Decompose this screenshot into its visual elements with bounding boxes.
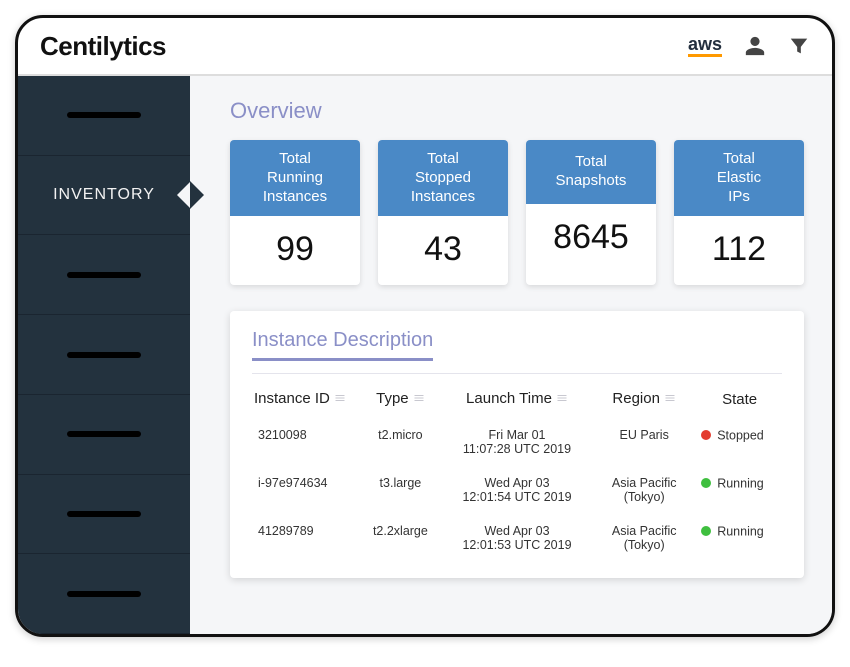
sidebar-item-placeholder[interactable] [18,315,190,395]
cell-state: Running [697,514,782,562]
col-launch-time[interactable]: Launch Time [443,384,591,418]
header-actions: aws [688,35,810,57]
cloud-provider-badge: aws [688,35,722,57]
sidebar-item-label: INVENTORY [53,186,155,204]
instance-description-card: Instance Description Instance ID Type [230,311,804,578]
placeholder-icon [67,112,141,118]
stat-value: 43 [378,216,508,285]
stat-card-snapshots: TotalSnapshots 8645 [526,140,656,285]
overview-title: Overview [230,98,804,124]
placeholder-icon [67,272,141,278]
stat-value: 112 [674,216,804,285]
table-row: 41289789 t2.2xlarge Wed Apr 0312:01:53 U… [252,514,782,562]
cell-region: EU Paris [591,418,697,466]
col-type[interactable]: Type [358,384,443,418]
sort-icon [664,391,676,408]
sort-icon [334,391,346,408]
stat-card-running-instances: TotalRunningInstances 99 [230,140,360,285]
col-region[interactable]: Region [591,384,697,418]
user-icon[interactable] [744,35,766,57]
table-header-row: Instance ID Type Launch Time Region Stat… [252,384,782,418]
sidebar-item-inventory[interactable]: INVENTORY [18,156,190,236]
main-content: Overview TotalRunningInstances 99 TotalS… [190,76,832,634]
cell-launch-time: Wed Apr 0312:01:53 UTC 2019 [443,514,591,562]
active-pointer-icon [177,181,191,209]
stat-label: TotalStoppedInstances [378,140,508,216]
stat-label: TotalRunningInstances [230,140,360,216]
filter-icon[interactable] [788,35,810,57]
cell-type: t2.micro [358,418,443,466]
sidebar-item-placeholder[interactable] [18,554,190,634]
cell-state: Running [697,466,782,514]
stat-card-stopped-instances: TotalStoppedInstances 43 [378,140,508,285]
placeholder-icon [67,431,141,437]
state-dot-icon [701,478,711,488]
cell-region: Asia Pacific(Tokyo) [591,466,697,514]
sidebar-item-placeholder[interactable] [18,76,190,156]
state-dot-icon [701,526,711,536]
placeholder-icon [67,352,141,358]
placeholder-icon [67,511,141,517]
sidebar-item-placeholder[interactable] [18,475,190,555]
state-dot-icon [701,430,711,440]
stat-value: 8645 [526,204,656,273]
sidebar-nav: INVENTORY [18,76,190,634]
cell-instance-id: i-97e974634 [252,466,358,514]
table-row: 3210098 t2.micro Fri Mar 0111:07:28 UTC … [252,418,782,466]
cell-launch-time: Fri Mar 0111:07:28 UTC 2019 [443,418,591,466]
header-bar: Centilytics aws [18,18,832,76]
cell-launch-time: Wed Apr 0312:01:54 UTC 2019 [443,466,591,514]
cell-instance-id: 3210098 [252,418,358,466]
instance-table-title: Instance Description [252,329,433,361]
stat-label: TotalSnapshots [526,140,656,204]
stat-value: 99 [230,216,360,285]
brand-logo: Centilytics [40,31,166,62]
instance-table-body: 3210098 t2.micro Fri Mar 0111:07:28 UTC … [252,418,782,562]
sidebar-item-placeholder[interactable] [18,395,190,475]
sort-icon [413,391,425,408]
col-state: State [697,384,782,418]
stat-label: TotalElasticIPs [674,140,804,216]
placeholder-icon [67,591,141,597]
col-instance-id[interactable]: Instance ID [252,384,358,418]
stats-row: TotalRunningInstances 99 TotalStoppedIns… [230,140,804,285]
sidebar-item-placeholder[interactable] [18,235,190,315]
table-row: i-97e974634 t3.large Wed Apr 0312:01:54 … [252,466,782,514]
stat-card-elastic-ips: TotalElasticIPs 112 [674,140,804,285]
app-frame: Centilytics aws INVENTORY [15,15,835,637]
sort-icon [556,391,568,408]
cell-instance-id: 41289789 [252,514,358,562]
cell-type: t3.large [358,466,443,514]
instance-table: Instance ID Type Launch Time Region Stat… [252,384,782,562]
cell-state: Stopped [697,418,782,466]
cell-type: t2.2xlarge [358,514,443,562]
cell-region: Asia Pacific(Tokyo) [591,514,697,562]
